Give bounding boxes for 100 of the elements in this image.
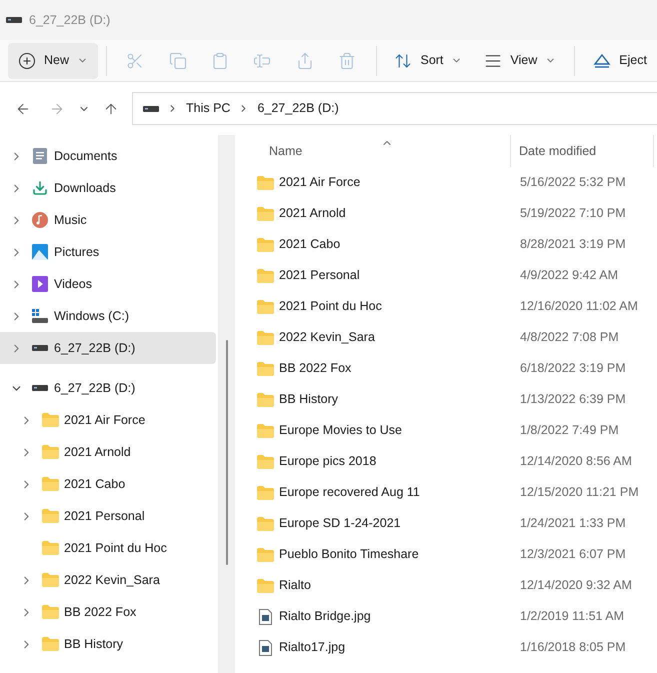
sidebar-item[interactable]: 2021 Point du Hoc (0, 532, 216, 564)
share-icon (296, 52, 314, 70)
sidebar-label: BB 2022 Fox (64, 604, 136, 621)
folder-icon (42, 637, 58, 651)
drive-icon (143, 106, 159, 112)
date-modified: 1/8/2022 7:49 PM (519, 422, 619, 440)
toolbar-button[interactable]: View (474, 42, 566, 78)
folder-icon (257, 454, 274, 468)
windows-drive-icon (32, 309, 48, 323)
file-name[interactable]: 2022 Kevin_Sara (279, 328, 375, 347)
sidebar-label: 2022 Kevin_Sara (64, 572, 160, 589)
sidebar-item[interactable]: 6_27_22B (D:) (0, 372, 216, 404)
date-modified: 6/18/2022 3:19 PM (519, 360, 626, 378)
sidebar-label: Documents (54, 148, 118, 165)
sidebar-label: 2021 Air Force (64, 412, 146, 429)
toolbar-button[interactable]: Eject (583, 42, 657, 78)
toolbar-button[interactable]: Sort (384, 42, 472, 78)
column-header[interactable]: Name (237, 135, 511, 167)
breadcrumb[interactable]: 6_27_22B (D:) (257, 99, 339, 118)
folder-icon (257, 362, 274, 376)
file-name[interactable]: Pueblo Bonito Timeshare (279, 545, 419, 564)
sidebar-item[interactable]: BB History (0, 628, 216, 660)
file-name[interactable]: Rialto17.jpg (279, 638, 346, 657)
drive-icon (32, 385, 48, 391)
sidebar-label: BB History (64, 636, 124, 653)
address-bar[interactable]: This PC 6_27_22B (D:) (132, 92, 657, 125)
sidebar-item[interactable]: Music (0, 204, 216, 236)
date-modified: 5/16/2022 5:32 PM (519, 174, 626, 192)
sidebar-item[interactable]: Videos (0, 268, 216, 300)
folder-icon (42, 509, 58, 523)
sidebar-label: 2021 Cabo (64, 476, 126, 493)
sidebar-item[interactable]: BB 2022 Fox (0, 596, 216, 628)
folder-icon (257, 578, 274, 592)
picture-icon (32, 244, 48, 260)
sidebar-label: Music (54, 212, 87, 229)
video-icon (32, 276, 48, 292)
cut-icon (126, 52, 144, 70)
sidebar-label: Pictures (54, 244, 100, 261)
toolbar-button[interactable]: New (8, 42, 98, 78)
date-modified: 1/16/2018 8:05 PM (519, 639, 626, 656)
sidebar-item[interactable]: Pictures (0, 236, 216, 268)
sidebar-item[interactable]: 2021 Arnold (0, 436, 216, 468)
folder-icon (257, 238, 274, 252)
image-file-icon (259, 608, 272, 624)
sidebar-label: Downloads (54, 180, 116, 197)
date-modified: 12/15/2020 11:21 PM (519, 484, 639, 502)
plus-icon (18, 52, 36, 70)
folder-icon (257, 548, 274, 562)
sidebar-label: 6_27_22B (D:) (54, 380, 136, 397)
file-name[interactable]: 2021 Arnold (279, 204, 346, 223)
date-modified: 5/19/2022 7:10 PM (519, 205, 626, 222)
file-name[interactable]: 2021 Air Force (279, 173, 360, 192)
folder-icon (257, 206, 274, 220)
date-modified: 8/28/2021 3:19 PM (519, 236, 626, 254)
date-modified: 12/16/2020 11:02 AM (519, 298, 638, 316)
breadcrumb[interactable]: This PC (186, 99, 230, 118)
paste-icon (211, 52, 230, 70)
file-name[interactable]: 2021 Personal (279, 266, 360, 285)
column-header[interactable]: Date modified (511, 135, 654, 167)
sidebar-item[interactable]: 2021 Cabo (0, 468, 216, 500)
sidebar-item[interactable]: Documents (0, 140, 216, 172)
scrollbar-thumb[interactable] (226, 340, 228, 565)
music-icon (32, 212, 48, 228)
file-name[interactable]: 2021 Cabo (279, 235, 340, 254)
folder-icon (257, 330, 274, 344)
sidebar-item[interactable]: 6_27_22B (D:) (0, 332, 216, 364)
sidebar-item[interactable]: 2022 Kevin_Sara (0, 564, 216, 596)
folder-icon (257, 424, 274, 438)
file-name[interactable]: BB 2022 Fox (279, 359, 352, 378)
date-modified: 4/8/2022 7:08 PM (519, 329, 619, 346)
folder-icon (257, 176, 274, 190)
sidebar-label: 2021 Arnold (64, 444, 131, 461)
file-name[interactable]: 2021 Point du Hoc (279, 297, 382, 316)
sidebar-label: 2021 Personal (64, 508, 145, 525)
file-name[interactable]: Europe pics 2018 (279, 452, 376, 471)
folder-icon (257, 392, 274, 406)
date-modified: 1/24/2021 1:33 PM (519, 515, 626, 532)
file-name[interactable]: Europe SD 1-24-2021 (279, 514, 401, 533)
file-name[interactable]: Rialto Bridge.jpg (279, 607, 371, 626)
sidebar-item[interactable]: Windows (C:) (0, 300, 216, 332)
sidebar-item[interactable]: 2021 Personal (0, 500, 216, 532)
document-icon (33, 148, 47, 164)
file-name[interactable]: Europe Movies to Use (279, 421, 402, 440)
sidebar-label: 2021 Point du Hoc (64, 540, 167, 557)
folder-icon (42, 605, 58, 619)
date-modified: 1/13/2022 6:39 PM (519, 391, 626, 408)
sidebar-label: Windows (C:) (54, 308, 130, 325)
file-name[interactable]: BB History (279, 390, 338, 409)
download-icon (32, 180, 48, 196)
date-modified: 1/2/2019 11:51 AM (519, 608, 624, 626)
sidebar-item[interactable]: Downloads (0, 172, 216, 204)
date-modified: 4/9/2022 9:42 AM (519, 267, 618, 284)
file-name[interactable]: Rialto (279, 576, 311, 595)
sidebar-item[interactable]: 2021 Air Force (0, 404, 216, 436)
eject-icon (593, 52, 612, 70)
rename-icon (253, 52, 272, 70)
sort-icon (394, 52, 412, 70)
folder-icon (42, 445, 58, 459)
folder-icon (42, 413, 58, 427)
file-name[interactable]: Europe recovered Aug 11 (279, 483, 420, 502)
